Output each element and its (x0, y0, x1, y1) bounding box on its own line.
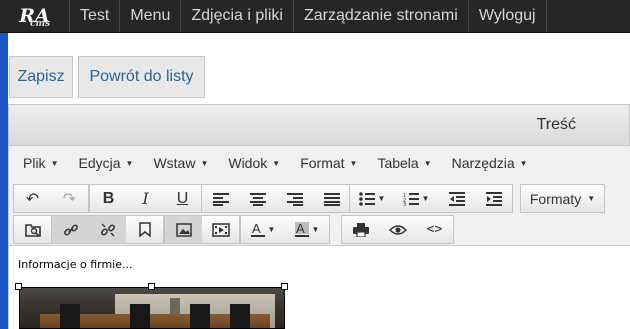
print-icon[interactable] (342, 216, 379, 243)
caret-down-icon: ▼ (311, 225, 320, 234)
numbered-list-icon[interactable]: 1 2 3 ▼ (394, 185, 438, 212)
photo-chair (190, 304, 210, 328)
rich-text-editor: Plik ▼ Edycja ▼ Wstaw ▼ Widok ▼ Format ▼ Tabe… (8, 146, 630, 329)
nav-item-logout[interactable]: Wyloguj (469, 0, 547, 32)
resize-handle-nw[interactable] (15, 283, 22, 290)
align-left-icon[interactable] (202, 185, 239, 212)
photo-chair (60, 304, 80, 328)
unlink-icon[interactable] (89, 216, 126, 243)
content-section-header: Treść (8, 104, 630, 146)
menu-tools-label: Narzędzia (451, 155, 515, 171)
menu-file-label: Plik (23, 155, 46, 171)
editor-menubar: Plik ▼ Edycja ▼ Wstaw ▼ Widok ▼ Format ▼ Tabe… (9, 146, 630, 180)
caret-down-icon: ▼ (519, 158, 528, 168)
nav-item-page-management[interactable]: Zarządzanie stronami (294, 0, 469, 32)
caret-down-icon: ▼ (125, 158, 134, 168)
embedded-image[interactable] (19, 287, 285, 329)
utility-group: <> (341, 215, 454, 244)
svg-text:A: A (296, 222, 305, 236)
caret-down-icon: ▼ (267, 225, 276, 234)
underline-icon[interactable]: U (164, 185, 201, 212)
align-right-icon[interactable] (276, 185, 313, 212)
caret-down-icon: ▼ (421, 194, 430, 203)
app-logo[interactable]: RA cms (0, 0, 70, 32)
background-color-icon[interactable]: A ▼ (285, 216, 329, 243)
indent-icon[interactable] (475, 185, 512, 212)
list-indent-group: ▼ 1 2 3 ▼ (349, 184, 513, 213)
menu-edit-label: Edycja (78, 155, 121, 171)
svg-text:A: A (252, 222, 261, 236)
image-icon[interactable] (165, 216, 202, 243)
alignment-group (201, 184, 351, 213)
menu-insert-label: Wstaw (153, 155, 196, 171)
left-accent-bar (0, 33, 8, 329)
menu-view-label: Widok (228, 155, 268, 171)
editor-toolbar: ↶ ↷ B I U ▼ 1 2 3 ▼ Formaty ▼ A ▼ A ▼ <> (9, 180, 630, 246)
top-navbar: RA cms Test Menu Zdjęcia i pliki Zarządz… (0, 0, 630, 33)
photo-chair (130, 304, 150, 328)
color-group: A ▼ A ▼ (240, 215, 330, 244)
menu-insert[interactable]: Wstaw ▼ (143, 155, 218, 171)
history-group: ↶ ↷ (13, 184, 89, 213)
file-manager-group (13, 215, 52, 244)
caret-down-icon: ▼ (423, 158, 432, 168)
resize-handle-n[interactable] (148, 283, 155, 290)
text-style-group: B I U (89, 184, 202, 213)
preview-eye-icon[interactable] (379, 216, 416, 243)
menu-table[interactable]: Tabela ▼ (367, 155, 441, 171)
back-to-list-button[interactable]: Powrót do listy (78, 56, 205, 98)
content-section-title: Treść (536, 116, 576, 133)
text-color-icon[interactable]: A ▼ (241, 216, 285, 243)
menu-edit[interactable]: Edycja ▼ (68, 155, 143, 171)
formats-label: Formaty (529, 190, 582, 207)
align-justify-icon[interactable] (313, 185, 350, 212)
formats-dropdown[interactable]: Formaty ▼ (520, 184, 605, 213)
nav-item-photos-files[interactable]: Zdjęcia i pliki (181, 0, 294, 32)
bold-icon[interactable]: B (90, 185, 127, 212)
caret-down-icon: ▼ (200, 158, 209, 168)
menu-format[interactable]: Format ▼ (290, 155, 367, 171)
redo-icon[interactable]: ↷ (51, 185, 88, 212)
nav-item-menu[interactable]: Menu (120, 0, 182, 32)
menu-format-label: Format (300, 155, 345, 171)
italic-icon[interactable]: I (127, 185, 164, 212)
media-group (164, 215, 240, 244)
caret-down-icon: ▼ (50, 158, 59, 168)
align-center-icon[interactable] (239, 185, 276, 212)
caret-down-icon: ▼ (377, 194, 386, 203)
resize-handle-ne[interactable] (281, 283, 288, 290)
editor-content-text[interactable]: Informacje o firmie... (18, 258, 133, 271)
menu-file[interactable]: Plik ▼ (13, 155, 68, 171)
undo-icon[interactable]: ↶ (14, 185, 51, 212)
outdent-icon[interactable] (438, 185, 475, 212)
folder-search-icon[interactable] (14, 216, 51, 243)
svg-text:3: 3 (403, 202, 406, 206)
caret-down-icon: ▼ (587, 194, 596, 203)
logo-subtext: cms (30, 19, 51, 29)
menu-table-label: Tabela (377, 155, 419, 171)
link-icon[interactable] (52, 216, 89, 243)
menu-view[interactable]: Widok ▼ (218, 155, 290, 171)
photo-chair (230, 304, 250, 328)
link-group (51, 215, 164, 244)
source-code-icon[interactable]: <> (416, 216, 453, 243)
caret-down-icon: ▼ (272, 158, 281, 168)
caret-down-icon: ▼ (349, 158, 358, 168)
nav-item-test[interactable]: Test (70, 0, 121, 32)
video-icon[interactable] (202, 216, 239, 243)
save-button[interactable]: Zapisz (9, 56, 73, 98)
bookmark-icon[interactable] (126, 216, 163, 243)
menu-tools[interactable]: Narzędzia ▼ (442, 155, 538, 171)
bullet-list-icon[interactable]: ▼ (350, 185, 394, 212)
